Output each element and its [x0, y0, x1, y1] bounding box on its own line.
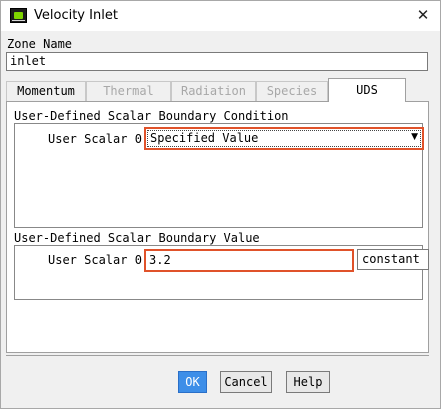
zone-name-label: Zone Name: [7, 37, 73, 51]
bc-group-title: User-Defined Scalar Boundary Condition: [14, 110, 423, 124]
bc-row-label: User Scalar 0: [48, 132, 142, 146]
tab-uds[interactable]: UDS: [328, 78, 406, 102]
bc-type-select[interactable]: Specified Value ▼: [144, 127, 424, 150]
bv-method-select[interactable]: constant: [357, 249, 429, 270]
tab-thermal: Thermal: [86, 81, 171, 101]
bc-type-value: Specified Value: [147, 130, 421, 147]
uds-tab-panel: User-Defined Scalar Boundary Condition U…: [6, 101, 429, 353]
tab-species: Species: [256, 81, 328, 101]
window-title: Velocity Inlet: [34, 8, 118, 23]
zone-name-field[interactable]: inlet: [6, 52, 428, 71]
title-bar[interactable]: Velocity Inlet ✕: [1, 1, 440, 31]
app-icon: [10, 8, 27, 23]
tab-radiation: Radiation: [171, 81, 256, 101]
bv-group-title: User-Defined Scalar Boundary Value: [14, 232, 423, 246]
help-button[interactable]: Help: [286, 371, 330, 393]
velocity-inlet-dialog: Velocity Inlet ✕ Zone Name inlet Momentu…: [0, 0, 441, 409]
bv-row-label: User Scalar 0: [48, 253, 142, 267]
tab-momentum[interactable]: Momentum: [6, 81, 86, 101]
close-button[interactable]: ✕: [412, 4, 434, 26]
cancel-button[interactable]: Cancel: [220, 371, 272, 393]
chevron-down-icon[interactable]: ▼: [411, 132, 418, 142]
ok-button[interactable]: OK: [178, 371, 207, 393]
divider: [6, 355, 429, 356]
bv-value-input[interactable]: 3.2: [144, 249, 354, 272]
